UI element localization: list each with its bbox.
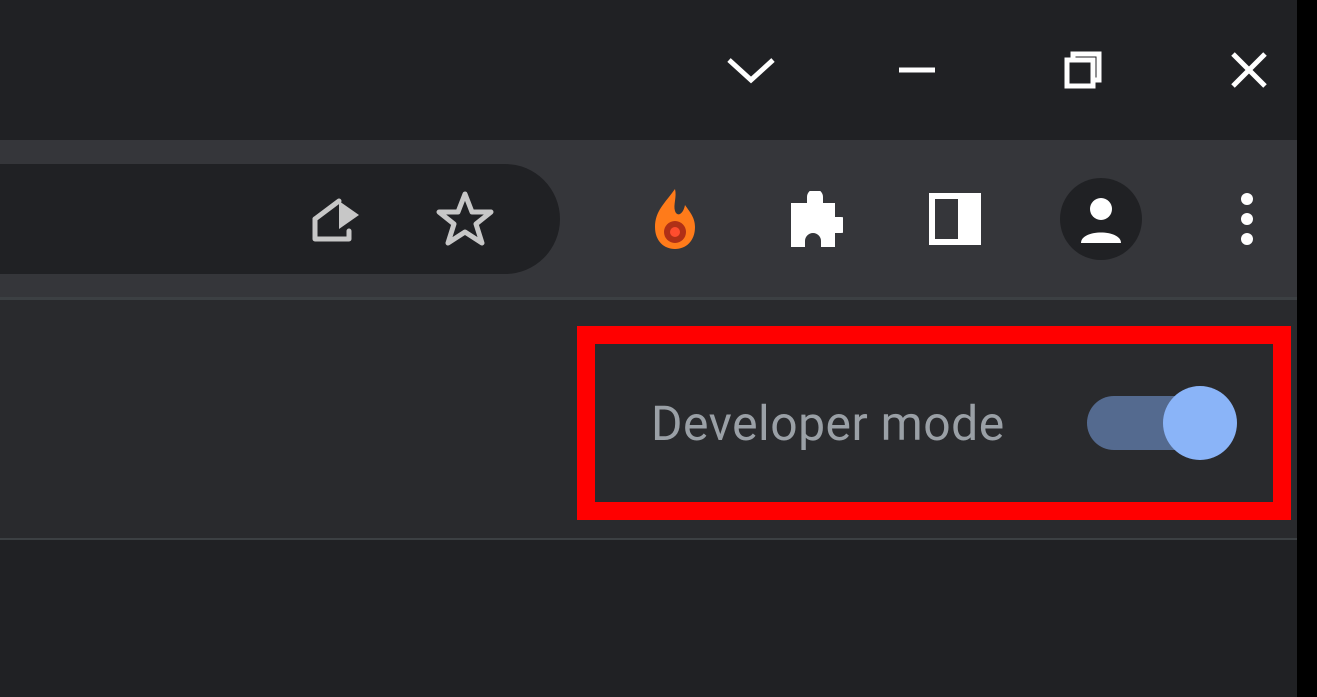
omnibox[interactable] <box>0 164 560 274</box>
window-titlebar <box>0 0 1317 140</box>
panel-icon <box>928 192 982 246</box>
pinned-extension-button[interactable] <box>640 184 710 254</box>
share-icon <box>305 189 365 249</box>
close-button[interactable] <box>1221 42 1277 98</box>
side-panel-button[interactable] <box>920 184 990 254</box>
close-icon <box>1225 46 1273 94</box>
maximize-icon <box>1059 46 1107 94</box>
kebab-icon <box>1240 192 1254 246</box>
minimize-button[interactable] <box>889 42 945 98</box>
developer-mode-highlight: Developer mode <box>577 326 1291 520</box>
developer-mode-toggle[interactable] <box>1087 396 1227 450</box>
chevron-down-icon <box>725 54 777 86</box>
puzzle-icon <box>787 191 843 247</box>
minimize-icon <box>893 46 941 94</box>
window-right-frame <box>1297 0 1317 697</box>
flame-icon <box>647 187 703 251</box>
toggle-thumb <box>1163 386 1237 460</box>
profile-button[interactable] <box>1060 178 1142 260</box>
page-body <box>0 540 1317 697</box>
star-icon <box>436 190 494 248</box>
toolbar-actions <box>560 178 1317 260</box>
bookmark-button[interactable] <box>430 184 500 254</box>
extensions-button[interactable] <box>780 184 850 254</box>
chrome-menu-button[interactable] <box>1212 184 1282 254</box>
developer-mode-label: Developer mode <box>651 395 1005 452</box>
search-tabs-button[interactable] <box>723 42 779 98</box>
extensions-page-header: Developer mode <box>0 298 1317 540</box>
browser-toolbar <box>0 140 1317 298</box>
maximize-button[interactable] <box>1055 42 1111 98</box>
share-button[interactable] <box>300 184 370 254</box>
person-icon <box>1075 193 1127 245</box>
